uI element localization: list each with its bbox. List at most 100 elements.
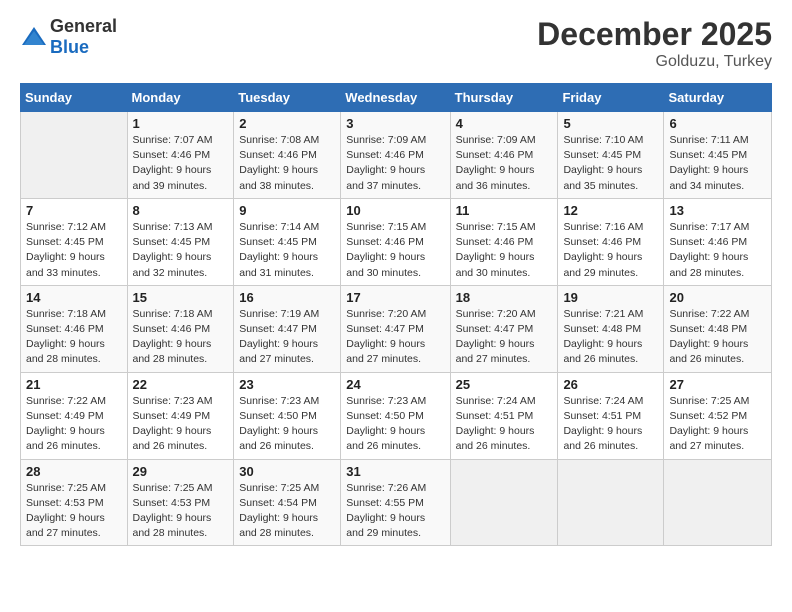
calendar-cell [558, 459, 664, 546]
logo-icon [20, 25, 48, 49]
calendar-cell: 25 Sunrise: 7:24 AMSunset: 4:51 PMDayligh… [450, 372, 558, 459]
calendar-cell: 3Sunrise: 7:09 AMSunset: 4:46 PMDaylight… [341, 112, 450, 199]
calendar-cell: 7Sunrise: 7:12 AMSunset: 4:45 PMDaylight… [21, 198, 128, 285]
day-number: 20 [669, 290, 766, 305]
calendar-header-row: SundayMondayTuesdayWednesdayThursdayFrid… [21, 84, 772, 112]
day-info: Sunrise: 7:26 AMSunset: 4:55 PMDaylight:… [346, 481, 444, 542]
calendar-week-1: 7Sunrise: 7:12 AMSunset: 4:45 PMDaylight… [21, 198, 772, 285]
day-number: 31 [346, 464, 444, 479]
day-number: 17 [346, 290, 444, 305]
day-number: 21 [26, 377, 122, 392]
day-number: 24 [346, 377, 444, 392]
page-container: General Blue December 2025 Golduzu, Turk… [0, 0, 792, 556]
day-number: 3 [346, 116, 444, 131]
day-info: Sunrise: 7:18 AMSunset: 4:46 PMDaylight:… [26, 307, 122, 368]
day-number: 26 [563, 377, 658, 392]
day-number: 11 [456, 203, 553, 218]
day-info: Sunrise: 7:22 AMSunset: 4:49 PMDaylight:… [26, 394, 122, 455]
calendar-header-sunday: Sunday [21, 84, 128, 112]
day-info: Sunrise: 7:25 AMSunset: 4:54 PMDaylight:… [239, 481, 335, 542]
calendar-cell: 28 Sunrise: 7:25 AMSunset: 4:53 PMDayligh… [21, 459, 128, 546]
day-number: 5 [563, 116, 658, 131]
calendar-cell: 5 Sunrise: 7:10 AMSunset: 4:45 PMDaylight… [558, 112, 664, 199]
day-info: Sunrise: 7:23 AMSunset: 4:50 PMDaylight:… [346, 394, 444, 455]
day-info: Sunrise: 7:14 AMSunset: 4:45 PMDaylight:… [239, 220, 335, 281]
calendar-cell: 10 Sunrise: 7:15 AMSunset: 4:46 PMDayligh… [341, 198, 450, 285]
calendar-cell: 29 Sunrise: 7:25 AMSunset: 4:53 PMDayligh… [127, 459, 234, 546]
day-number: 1 [133, 116, 229, 131]
day-number: 15 [133, 290, 229, 305]
day-info: Sunrise: 7:20 AMSunset: 4:47 PMDaylight:… [456, 307, 553, 368]
logo-general: General [50, 16, 117, 36]
day-number: 16 [239, 290, 335, 305]
location-title: Golduzu, Turkey [537, 53, 772, 71]
calendar-cell [21, 112, 128, 199]
calendar-cell: 9 Sunrise: 7:14 AMSunset: 4:45 PMDaylight… [234, 198, 341, 285]
day-info: Sunrise: 7:11 AMSunset: 4:45 PMDaylight:… [669, 133, 766, 194]
day-number: 9 [239, 203, 335, 218]
calendar-cell: 16 Sunrise: 7:19 AMSunset: 4:47 PMDayligh… [234, 285, 341, 372]
day-info: Sunrise: 7:08 AMSunset: 4:46 PMDaylight:… [239, 133, 335, 194]
day-number: 25 [456, 377, 553, 392]
header: General Blue December 2025 Golduzu, Turk… [20, 16, 772, 71]
calendar-cell: 23 Sunrise: 7:23 AMSunset: 4:50 PMDayligh… [234, 372, 341, 459]
day-number: 19 [563, 290, 658, 305]
day-info: Sunrise: 7:25 AMSunset: 4:53 PMDaylight:… [26, 481, 122, 542]
calendar-cell: 13 Sunrise: 7:17 AMSunset: 4:46 PMDayligh… [664, 198, 772, 285]
day-number: 14 [26, 290, 122, 305]
day-info: Sunrise: 7:17 AMSunset: 4:46 PMDaylight:… [669, 220, 766, 281]
calendar-header-saturday: Saturday [664, 84, 772, 112]
calendar-cell: 1 Sunrise: 7:07 AMSunset: 4:46 PMDaylight… [127, 112, 234, 199]
calendar-week-4: 28 Sunrise: 7:25 AMSunset: 4:53 PMDayligh… [21, 459, 772, 546]
day-info: Sunrise: 7:22 AMSunset: 4:48 PMDaylight:… [669, 307, 766, 368]
calendar-header-friday: Friday [558, 84, 664, 112]
day-number: 13 [669, 203, 766, 218]
day-number: 10 [346, 203, 444, 218]
calendar-cell: 17Sunrise: 7:20 AMSunset: 4:47 PMDayligh… [341, 285, 450, 372]
calendar-cell: 18Sunrise: 7:20 AMSunset: 4:47 PMDayligh… [450, 285, 558, 372]
day-info: Sunrise: 7:09 AMSunset: 4:46 PMDaylight:… [456, 133, 553, 194]
calendar-cell: 20 Sunrise: 7:22 AMSunset: 4:48 PMDayligh… [664, 285, 772, 372]
day-info: Sunrise: 7:07 AMSunset: 4:46 PMDaylight:… [133, 133, 229, 194]
calendar-cell: 24 Sunrise: 7:23 AMSunset: 4:50 PMDayligh… [341, 372, 450, 459]
calendar-cell: 2 Sunrise: 7:08 AMSunset: 4:46 PMDaylight… [234, 112, 341, 199]
day-info: Sunrise: 7:19 AMSunset: 4:47 PMDaylight:… [239, 307, 335, 368]
calendar-cell: 15 Sunrise: 7:18 AMSunset: 4:46 PMDayligh… [127, 285, 234, 372]
day-number: 28 [26, 464, 122, 479]
calendar-cell: 31 Sunrise: 7:26 AMSunset: 4:55 PMDayligh… [341, 459, 450, 546]
calendar-cell: 30 Sunrise: 7:25 AMSunset: 4:54 PMDayligh… [234, 459, 341, 546]
calendar-cell: 6 Sunrise: 7:11 AMSunset: 4:45 PMDaylight… [664, 112, 772, 199]
title-block: December 2025 Golduzu, Turkey [537, 16, 772, 71]
calendar-week-2: 14 Sunrise: 7:18 AMSunset: 4:46 PMDayligh… [21, 285, 772, 372]
day-number: 27 [669, 377, 766, 392]
day-number: 6 [669, 116, 766, 131]
day-info: Sunrise: 7:24 AMSunset: 4:51 PMDaylight:… [456, 394, 553, 455]
day-info: Sunrise: 7:25 AMSunset: 4:52 PMDaylight:… [669, 394, 766, 455]
day-number: 23 [239, 377, 335, 392]
day-info: Sunrise: 7:18 AMSunset: 4:46 PMDaylight:… [133, 307, 229, 368]
calendar-table: SundayMondayTuesdayWednesdayThursdayFrid… [20, 83, 772, 546]
day-info: Sunrise: 7:15 AMSunset: 4:46 PMDaylight:… [346, 220, 444, 281]
day-info: Sunrise: 7:21 AMSunset: 4:48 PMDaylight:… [563, 307, 658, 368]
day-number: 30 [239, 464, 335, 479]
day-number: 2 [239, 116, 335, 131]
calendar-cell: 4Sunrise: 7:09 AMSunset: 4:46 PMDaylight… [450, 112, 558, 199]
logo-blue: Blue [50, 37, 89, 57]
day-info: Sunrise: 7:16 AMSunset: 4:46 PMDaylight:… [563, 220, 658, 281]
day-number: 7 [26, 203, 122, 218]
calendar-cell: 19 Sunrise: 7:21 AMSunset: 4:48 PMDayligh… [558, 285, 664, 372]
day-number: 22 [133, 377, 229, 392]
calendar-week-3: 21 Sunrise: 7:22 AMSunset: 4:49 PMDayligh… [21, 372, 772, 459]
calendar-cell: 21 Sunrise: 7:22 AMSunset: 4:49 PMDayligh… [21, 372, 128, 459]
day-info: Sunrise: 7:13 AMSunset: 4:45 PMDaylight:… [133, 220, 229, 281]
day-info: Sunrise: 7:10 AMSunset: 4:45 PMDaylight:… [563, 133, 658, 194]
calendar-header-monday: Monday [127, 84, 234, 112]
calendar-cell: 8Sunrise: 7:13 AMSunset: 4:45 PMDaylight… [127, 198, 234, 285]
day-info: Sunrise: 7:24 AMSunset: 4:51 PMDaylight:… [563, 394, 658, 455]
calendar-cell: 12Sunrise: 7:16 AMSunset: 4:46 PMDayligh… [558, 198, 664, 285]
day-info: Sunrise: 7:25 AMSunset: 4:53 PMDaylight:… [133, 481, 229, 542]
calendar-header-thursday: Thursday [450, 84, 558, 112]
day-info: Sunrise: 7:23 AMSunset: 4:50 PMDaylight:… [239, 394, 335, 455]
day-number: 29 [133, 464, 229, 479]
calendar-cell [450, 459, 558, 546]
